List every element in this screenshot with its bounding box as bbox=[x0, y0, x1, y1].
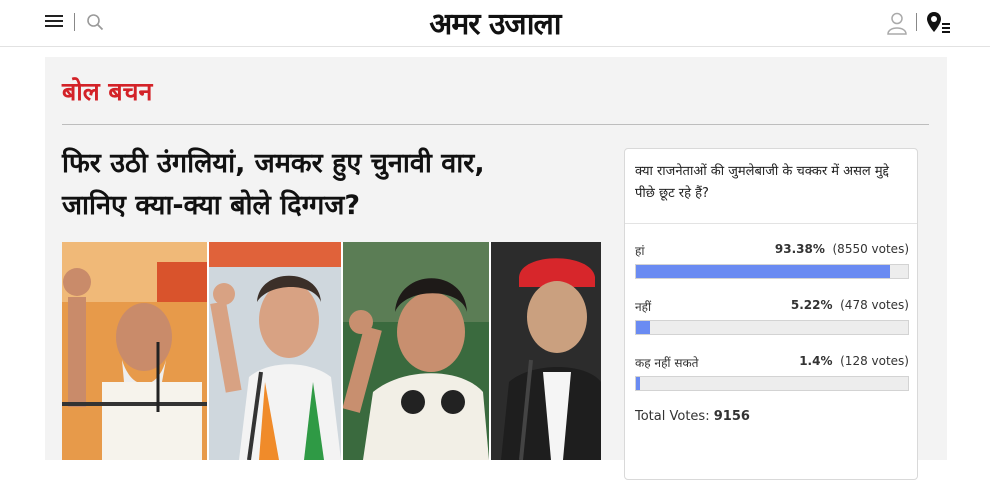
poll-option-percent: 93.38% bbox=[774, 242, 825, 256]
poll-option-percent: 1.4% bbox=[799, 354, 833, 368]
photo-panel-3 bbox=[341, 242, 489, 460]
poll-option-stats: 1.4% (128 votes) bbox=[799, 354, 909, 368]
total-votes-value: 9156 bbox=[713, 409, 750, 424]
top-navigation-bar: अमर उजाला bbox=[0, 0, 990, 47]
photo-panel-1 bbox=[62, 242, 207, 460]
poll-divider bbox=[625, 223, 917, 224]
user-icon[interactable] bbox=[886, 11, 908, 35]
poll-total-votes: Total Votes: 9156 bbox=[635, 409, 750, 424]
photo-panel-4 bbox=[489, 242, 601, 460]
poll-option-label: कह नहीं सकते bbox=[635, 356, 699, 370]
poll-option-stats: 5.22% (478 votes) bbox=[791, 298, 909, 312]
poll-option-label: नहीं bbox=[635, 300, 652, 314]
poll-bar-track[interactable] bbox=[635, 320, 909, 335]
site-logo[interactable]: अमर उजाला bbox=[400, 2, 590, 42]
poll-option-votes: (128 votes) bbox=[840, 354, 909, 368]
section-title[interactable]: बोल बचन bbox=[62, 74, 152, 108]
location-list-icon[interactable] bbox=[925, 10, 951, 36]
poll-bar-fill bbox=[636, 265, 890, 278]
poll-bar-track[interactable] bbox=[635, 264, 909, 279]
poll-bar-fill bbox=[636, 321, 651, 334]
headline-line-1: फिर उठी उंगलियां, जमकर हुए चुनावी वार, bbox=[62, 148, 485, 179]
section-divider bbox=[62, 124, 929, 125]
poll-option-percent: 5.22% bbox=[790, 298, 833, 312]
poll-bar-fill bbox=[636, 377, 640, 390]
article-headline[interactable]: फिर उठी उंगलियां, जमकर हुए चुनावी वार, ज… bbox=[62, 143, 582, 227]
headline-line-2: जानिए क्या-क्या बोले दिग्गज? bbox=[62, 190, 361, 221]
search-icon[interactable] bbox=[86, 13, 104, 31]
poll-bar-track[interactable] bbox=[635, 376, 909, 391]
photo-panel-2 bbox=[207, 242, 341, 460]
poll-option-stats: 93.38% (8550 votes) bbox=[775, 242, 909, 256]
poll-option-label: हां bbox=[635, 244, 645, 258]
poll-question: क्या राजनेताओं की जुमलेबाजी के चक्कर में… bbox=[635, 164, 889, 201]
total-votes-label: Total Votes: bbox=[635, 409, 710, 424]
poll-option-votes: (478 votes) bbox=[840, 298, 909, 312]
poll-option-votes: (8550 votes) bbox=[832, 242, 910, 256]
poll-widget: क्या राजनेताओं की जुमलेबाजी के चक्कर में… bbox=[624, 148, 918, 480]
article-image[interactable] bbox=[62, 242, 601, 460]
divider bbox=[916, 13, 917, 31]
menu-icon[interactable] bbox=[45, 15, 63, 29]
divider bbox=[74, 13, 75, 31]
